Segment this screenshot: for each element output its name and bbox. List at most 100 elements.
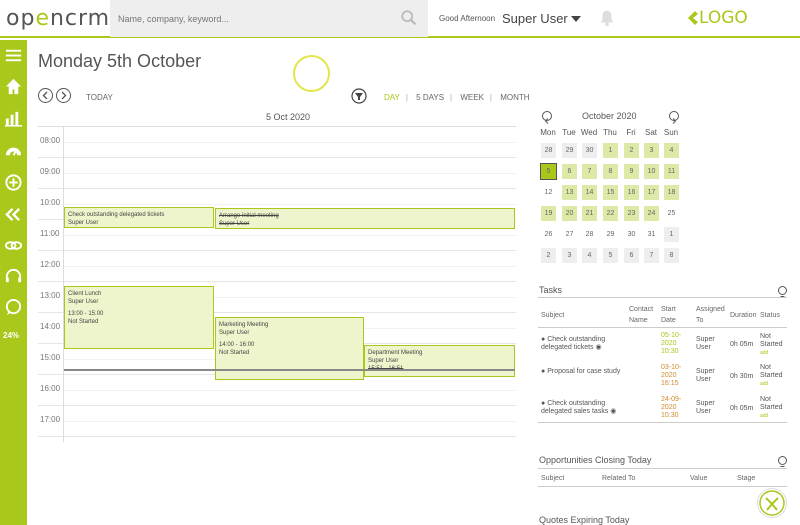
task-subject[interactable]: ● Check outstanding delegated tickets ◉ (541, 336, 627, 352)
mini-calendar-day[interactable]: 1 (664, 227, 679, 242)
mini-calendar-day[interactable]: 28 (582, 227, 597, 242)
mini-calendar-day[interactable]: 7 (644, 248, 659, 263)
collapse-tasks-icon[interactable] (778, 286, 787, 297)
mini-calendar-day[interactable]: 9 (624, 164, 639, 179)
col-stage[interactable]: Stage (737, 473, 755, 484)
menu-icon[interactable] (4, 46, 23, 65)
hour-label: 09:00 (40, 167, 61, 176)
chevron-right-icon (672, 118, 677, 124)
mini-calendar-day[interactable]: 28 (541, 143, 556, 158)
event-owner: Super User (68, 299, 99, 305)
view-month[interactable]: MONTH (500, 93, 529, 102)
collapse-opportunities-icon[interactable] (778, 456, 787, 467)
mini-calendar-day[interactable]: 30 (624, 227, 639, 242)
mini-calendar-day[interactable]: 19 (541, 206, 556, 221)
mini-calendar-day[interactable]: 4 (582, 248, 597, 263)
mini-calendar-day[interactable]: 25 (664, 206, 679, 221)
col-value[interactable]: Value (690, 473, 707, 484)
event-time: 14:00 - 16:00 (219, 342, 255, 348)
col-related[interactable]: Related To (602, 473, 635, 484)
home-icon[interactable] (4, 77, 23, 96)
headset-icon[interactable] (4, 267, 23, 286)
view-separator: | (450, 93, 453, 102)
mini-calendar-day[interactable]: 26 (541, 227, 556, 242)
bell-icon[interactable] (598, 9, 616, 27)
bar-chart-icon[interactable] (4, 109, 23, 128)
calendar-event[interactable]: Client Lunch Super User 13:00 - 15:00 No… (64, 286, 214, 349)
mini-calendar-day[interactable]: 14 (582, 185, 597, 200)
col-subject[interactable]: Subject (541, 310, 564, 321)
brand-logo[interactable]: opencrm (6, 6, 110, 31)
mini-calendar-day[interactable]: 5 (603, 248, 618, 263)
mini-calendar-day[interactable]: 17 (644, 185, 659, 200)
col-status[interactable]: Status (760, 310, 780, 321)
today-button[interactable]: TODAY (86, 93, 113, 102)
add-circle-icon[interactable] (4, 173, 23, 192)
hour-row[interactable]: 12:00 (38, 251, 516, 282)
col-subject[interactable]: Subject (541, 473, 564, 484)
company-logo: LOGO (699, 8, 748, 28)
calendar-event[interactable]: Department Meeting Super User 15:51 - 16… (364, 345, 515, 377)
mini-calendar-day[interactable]: 15 (603, 185, 618, 200)
mini-calendar-day[interactable]: 27 (562, 227, 577, 242)
col-assigned[interactable]: Assigned To (696, 304, 726, 326)
col-duration[interactable]: Duration (730, 310, 756, 321)
day-grid[interactable]: 08:00 09:00 10:00 11:00 12:00 13:00 14:0… (38, 126, 516, 442)
filter-icon[interactable] (351, 88, 367, 104)
mini-calendar-day[interactable]: 4 (664, 143, 679, 158)
mini-calendar-day[interactable]: 2 (624, 143, 639, 158)
mini-calendar-day[interactable]: 24 (644, 206, 659, 221)
calendar-event[interactable]: Arrange initial meeting Super User (215, 208, 515, 229)
col-start[interactable]: Start Date (661, 304, 681, 326)
mini-calendar-day[interactable]: 21 (582, 206, 597, 221)
chevron-right-icon (61, 91, 67, 100)
hour-row[interactable]: 09:00 (38, 158, 516, 189)
search-input[interactable] (118, 10, 388, 28)
hour-row[interactable]: 17:00 (38, 406, 516, 437)
view-week[interactable]: WEEK (460, 93, 484, 102)
view-day[interactable]: DAY (384, 93, 400, 102)
mini-calendar-day[interactable]: 11 (664, 164, 679, 179)
mini-calendar-day[interactable]: 29 (562, 143, 577, 158)
view-5days[interactable]: 5 DAYS (416, 93, 444, 102)
mini-calendar-day[interactable]: 16 (624, 185, 639, 200)
mini-calendar-day[interactable]: 10 (644, 164, 659, 179)
hour-row[interactable]: 08:00 (38, 127, 516, 158)
grid-divider (63, 127, 64, 442)
link-icon[interactable] (4, 236, 23, 255)
mini-calendar-day[interactable]: 22 (603, 206, 618, 221)
collapse-icon[interactable] (4, 205, 23, 224)
mini-calendar-day[interactable]: 2 (541, 248, 556, 263)
next-day-button[interactable] (56, 88, 71, 103)
task-subject[interactable]: ● Proposal for case study (541, 368, 627, 376)
prev-day-button[interactable] (38, 88, 53, 103)
mini-calendar-day[interactable]: 7 (582, 164, 597, 179)
help-button[interactable] (757, 488, 787, 518)
calendar-event[interactable]: Check outstanding delegated tickets Supe… (64, 207, 214, 228)
mini-calendar-day[interactable]: 1 (603, 143, 618, 158)
mini-calendar-day[interactable]: 3 (562, 248, 577, 263)
mini-calendar-day[interactable]: 8 (603, 164, 618, 179)
mini-calendar-day[interactable]: 23 (624, 206, 639, 221)
mini-calendar-day[interactable]: 12 (541, 185, 556, 200)
mini-calendar-day[interactable]: 6 (562, 164, 577, 179)
mini-calendar-day[interactable]: 3 (644, 143, 659, 158)
mini-calendar-day[interactable]: 18 (664, 185, 679, 200)
mini-calendar-day[interactable]: 13 (562, 185, 577, 200)
mini-next-month-button[interactable] (669, 111, 679, 124)
mini-calendar-day[interactable]: 30 (582, 143, 597, 158)
mini-calendar-day[interactable]: 6 (624, 248, 639, 263)
chevron-down-icon[interactable] (571, 16, 581, 22)
mini-calendar-day[interactable]: 5 (540, 163, 557, 180)
col-contact[interactable]: Contact Name (629, 304, 657, 326)
user-menu[interactable]: Super User (502, 11, 568, 26)
mini-calendar-day[interactable]: 29 (603, 227, 618, 242)
chat-icon[interactable] (4, 298, 23, 317)
mini-calendar-day[interactable]: 8 (664, 248, 679, 263)
mini-prev-month-button[interactable] (542, 111, 552, 124)
speedometer-icon[interactable] (4, 141, 23, 160)
task-subject[interactable]: ● Check outstanding delegated sales task… (541, 400, 627, 416)
mini-calendar-day[interactable]: 31 (644, 227, 659, 242)
mini-calendar-day[interactable]: 20 (562, 206, 577, 221)
search-icon[interactable] (400, 9, 418, 27)
